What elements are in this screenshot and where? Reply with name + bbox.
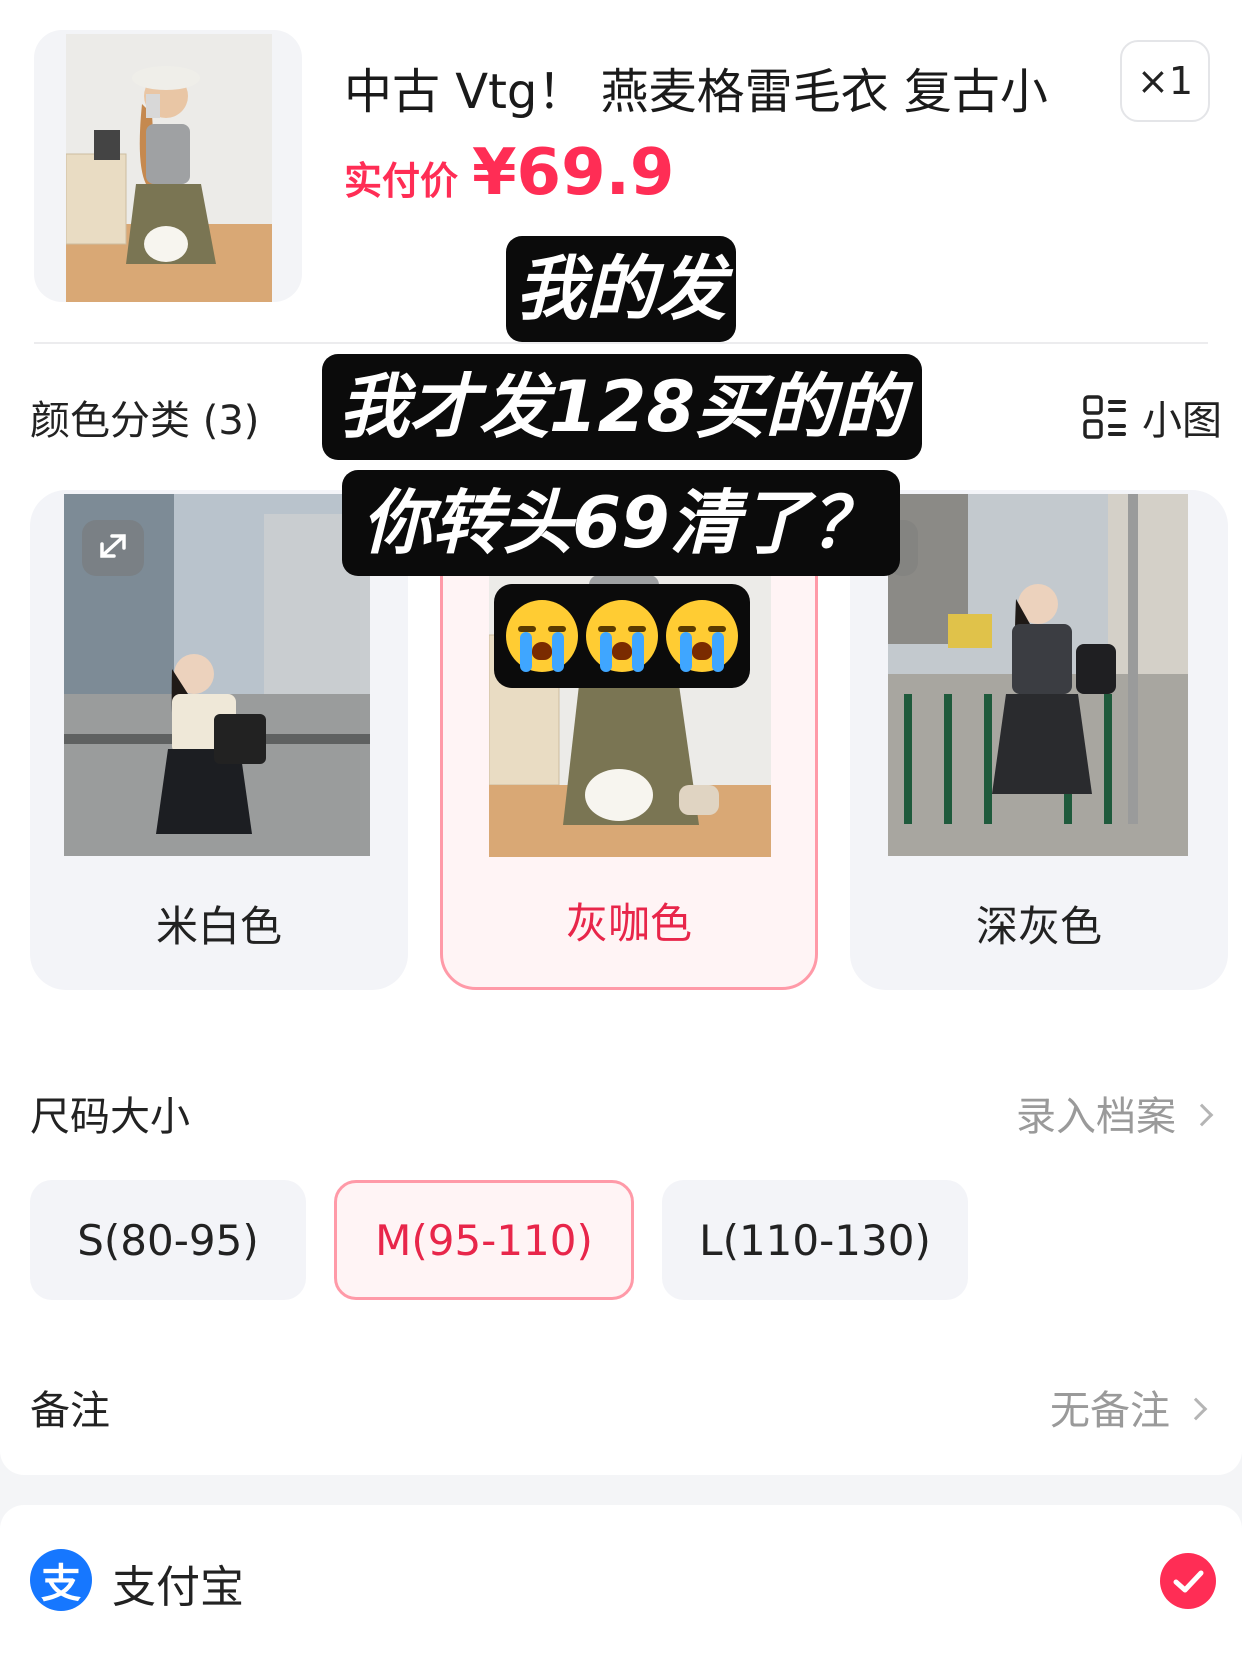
size-profile-link-label: 录入档案 [1016,1094,1176,1140]
color-option-photo [64,494,370,856]
quantity-stepper[interactable]: ×1 [1120,40,1210,122]
color-option-photo [888,494,1188,856]
payment-label: 支付宝 [112,1562,244,1613]
size-option-button[interactable]: L(110-130) [662,1180,968,1300]
size-profile-link[interactable]: 录入档案 [1016,1084,1214,1142]
remark-link[interactable]: 无备注 [1050,1378,1208,1436]
crying-emoji-icon [666,600,738,672]
chevron-right-icon [1190,1103,1214,1127]
price-value: ¥69.9 [472,136,675,210]
checkmark-icon[interactable] [1160,1553,1216,1609]
grid-view-icon [1082,394,1128,440]
crying-emoji-icon [506,600,578,672]
caption-emoji [494,584,750,688]
product-thumbnail[interactable] [34,30,302,302]
color-option-label: 深灰色 [975,902,1102,951]
price-row: 实付价 ¥69.9 [344,136,674,210]
caption-line-1: 我的发 [506,236,736,342]
product-title: 中古 Vtg！ 燕麦格雷毛衣 复古小 [344,64,1048,120]
remark-value: 无备注 [1050,1388,1170,1434]
color-option-card[interactable]: 深灰色 [850,490,1228,990]
expand-icon[interactable] [82,520,144,576]
view-toggle-button[interactable]: 小图 [1082,388,1222,446]
product-photo [66,34,272,302]
payment-method-row[interactable]: 支 支付宝 [0,1505,1242,1656]
color-section-title: 颜色分类 (3) [30,398,260,444]
color-option-label: 灰咖色 [565,899,692,948]
crying-emoji-icon [586,600,658,672]
caption-line-3: 你转头69清了？ [342,470,900,576]
size-option-button[interactable]: S(80-95) [30,1180,306,1300]
color-option-label: 米白色 [155,902,282,951]
chevron-right-icon [1184,1397,1208,1421]
alipay-logo: 支 [30,1549,92,1611]
caption-line-2: 我才发128买的的 [322,354,922,460]
view-toggle-label: 小图 [1142,398,1222,444]
sku-selector-sheet: 中古 Vtg！ 燕麦格雷毛衣 复古小 实付价 ¥69.9 ×1 颜色分类 (3) … [0,0,1242,1475]
remark-section-title: 备注 [30,1388,110,1434]
size-section-title: 尺码大小 [30,1094,190,1140]
price-label: 实付价 [344,159,459,203]
divider [34,342,1208,344]
size-option-button-selected[interactable]: M(95-110) [334,1180,634,1300]
